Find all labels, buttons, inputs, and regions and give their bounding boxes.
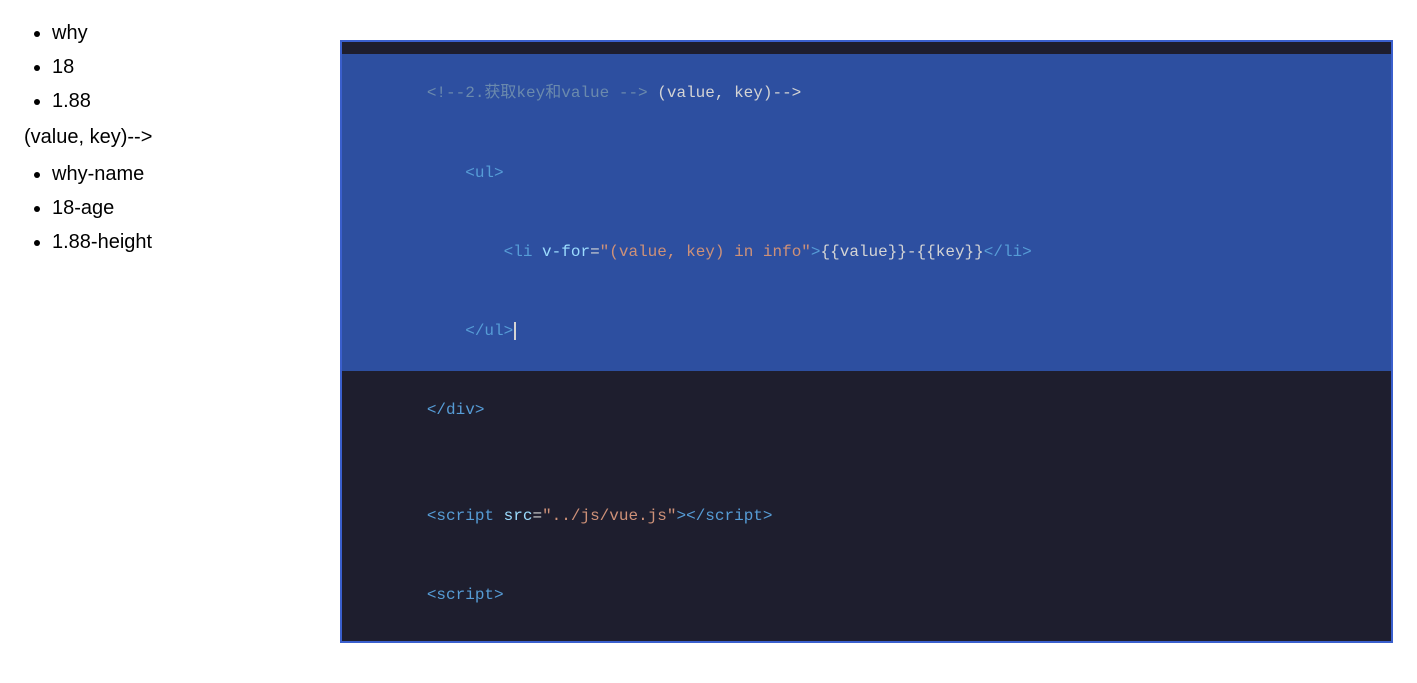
code-line-9: const app = new Vue({ (342, 635, 1391, 641)
code-line-5: </div> (342, 371, 1391, 450)
code-line-6 (342, 450, 1391, 477)
left-panel: why 18 1.88 (value, key)--> why-name 18-… (0, 0, 340, 683)
list-item-why: why (52, 16, 316, 50)
code-line-7-content: <script src="../js/vue.js"></script> (350, 477, 1383, 556)
code-line-5-content: </div> (350, 371, 1383, 450)
list-item-18: 18 (52, 50, 316, 84)
code-line-8: <script> (342, 556, 1391, 635)
list-item-why-name: why-name (52, 157, 316, 191)
code-line-4-content: </ul> (350, 292, 1383, 371)
code-editor: <!--2.获取key和value --> (value, key)--> <u… (340, 40, 1393, 643)
code-line-3: <li v-for="(value, key) in info">{{value… (342, 212, 1391, 291)
code-line-2-content: <ul> (350, 133, 1383, 212)
list-item-188-height: 1.88-height (52, 225, 316, 259)
code-line-7: <script src="../js/vue.js"></script> (342, 477, 1391, 556)
code-line-3-content: <li v-for="(value, key) in info">{{value… (350, 212, 1383, 291)
code-line-1: <!--2.获取key和value --> (value, key)--> (342, 54, 1391, 133)
code-line-8-content: <script> (350, 556, 1383, 635)
code-line-4: </ul> (342, 292, 1391, 371)
code-line-9-content: const app = new Vue({ (350, 635, 1383, 641)
list-item-18-age: 18-age (52, 191, 316, 225)
code-area: <!--2.获取key和value --> (value, key)--> <u… (342, 42, 1391, 641)
code-line-2: <ul> (342, 133, 1391, 212)
inline-label: (value, key)--> (24, 126, 316, 149)
bullet-list-2: why-name 18-age 1.88-height (24, 157, 316, 259)
code-line-1-content: <!--2.获取key和value --> (value, key)--> (350, 54, 1383, 133)
bullet-list-1: why 18 1.88 (24, 16, 316, 118)
list-item-188: 1.88 (52, 84, 316, 118)
